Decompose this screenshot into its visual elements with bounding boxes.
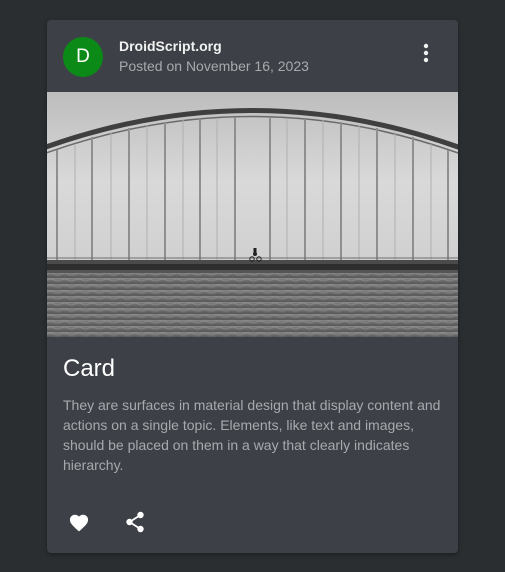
card-headline: Card — [63, 355, 116, 382]
card-actions — [47, 502, 458, 542]
more-options-button[interactable] — [413, 38, 439, 68]
like-button[interactable] — [64, 507, 94, 537]
bridge-photo — [47, 92, 458, 337]
page: D DroidScript.org Posted on November 16,… — [0, 0, 505, 572]
avatar: D — [63, 37, 103, 77]
card-title: DroidScript.org — [119, 38, 222, 54]
card-subtitle: Posted on November 16, 2023 — [119, 58, 309, 74]
card: D DroidScript.org Posted on November 16,… — [47, 20, 458, 553]
share-icon — [126, 511, 144, 533]
share-button[interactable] — [120, 507, 150, 537]
card-header: D DroidScript.org Posted on November 16,… — [47, 20, 458, 92]
card-supporting-text: They are surfaces in material design tha… — [63, 397, 441, 473]
more-vert-icon — [423, 43, 429, 63]
heart-icon — [69, 514, 89, 532]
card-media — [47, 92, 458, 337]
